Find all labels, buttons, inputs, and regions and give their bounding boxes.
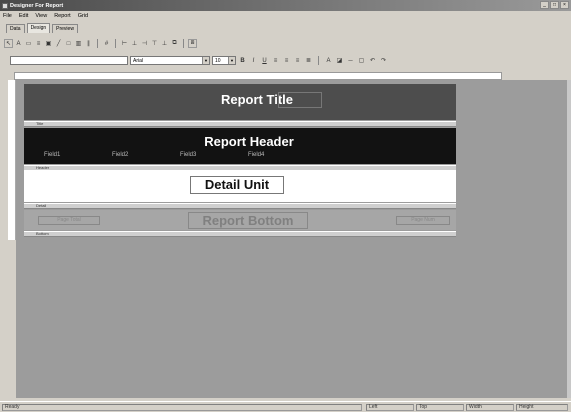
menu-view[interactable]: View bbox=[35, 13, 47, 19]
header-field-2[interactable]: Field2 bbox=[112, 152, 128, 158]
title-bar: Designer For Report _ □ × bbox=[0, 0, 571, 11]
same-size-tool-icon[interactable]: ⧉ bbox=[170, 39, 179, 48]
title-band-divider[interactable]: Title bbox=[24, 121, 456, 127]
align-top-tool-icon[interactable]: ⊤ bbox=[150, 39, 159, 48]
status-width: Width bbox=[466, 404, 514, 411]
toolbar-separator bbox=[318, 56, 319, 65]
font-color-icon[interactable]: A bbox=[324, 56, 333, 65]
menu-grid[interactable]: Grid bbox=[78, 13, 88, 19]
components-toolbar: ↖ A ▭ ≡ ▣ ╱ □ ▥ ∥ # ⊢ ⊥ ⊣ ⊤ ⊥ ⧉ ⧈ bbox=[4, 38, 197, 49]
horizontal-ruler bbox=[14, 72, 502, 80]
shape-tool-icon[interactable]: □ bbox=[64, 39, 73, 48]
pointer-tool-icon[interactable]: ↖ bbox=[4, 39, 13, 48]
header-field-4[interactable]: Field4 bbox=[248, 152, 264, 158]
vertical-ruler bbox=[8, 80, 16, 240]
detail-unit-label[interactable]: Detail Unit bbox=[190, 176, 284, 194]
format-toolbar: Arial ▼ 10 ▼ B I U ≡ ≡ ≡ ≣ A ◪ ─ ▢ ↶ ↷ bbox=[10, 55, 388, 66]
menu-bar: File Edit View Report Grid bbox=[0, 11, 571, 20]
status-top: Top bbox=[416, 404, 464, 411]
maximize-button[interactable]: □ bbox=[550, 1, 559, 9]
report-title-band[interactable]: Report Title bbox=[24, 84, 456, 120]
vertical-scrollbar[interactable] bbox=[567, 80, 571, 398]
status-left: Left bbox=[366, 404, 414, 411]
align-center-icon[interactable]: ≡ bbox=[282, 56, 291, 65]
line-tool-icon[interactable]: ╱ bbox=[54, 39, 63, 48]
toolbar-separator bbox=[97, 39, 98, 48]
align-bottom-tool-icon[interactable]: ⊥ bbox=[160, 39, 169, 48]
window-title: Designer For Report bbox=[10, 2, 64, 9]
bring-front-tool-icon[interactable]: ⧈ bbox=[188, 39, 197, 48]
tab-preview[interactable]: Preview bbox=[52, 24, 78, 33]
window-buttons: _ □ × bbox=[540, 1, 569, 9]
field-tool-icon[interactable]: ▭ bbox=[24, 39, 33, 48]
label-tool-icon[interactable]: A bbox=[14, 39, 23, 48]
report-title-frame[interactable] bbox=[278, 92, 322, 108]
align-right-icon[interactable]: ≡ bbox=[293, 56, 302, 65]
font-size-select[interactable]: 10 ▼ bbox=[212, 56, 236, 65]
chevron-down-icon: ▼ bbox=[228, 57, 235, 64]
status-height: Height bbox=[516, 404, 568, 411]
detail-band-divider[interactable]: Detail bbox=[24, 203, 456, 209]
align-left-icon[interactable]: ≡ bbox=[271, 56, 280, 65]
app-icon bbox=[2, 2, 8, 9]
toolbar-separator bbox=[115, 39, 116, 48]
menu-report[interactable]: Report bbox=[54, 13, 71, 19]
align-center-tool-icon[interactable]: ⊥ bbox=[130, 39, 139, 48]
grid-tool-icon[interactable]: # bbox=[102, 39, 111, 48]
underline-icon[interactable]: U bbox=[260, 56, 269, 65]
redo-icon[interactable]: ↷ bbox=[379, 56, 388, 65]
bottom-left-box[interactable]: Page Total bbox=[38, 216, 100, 225]
chart-tool-icon[interactable]: ▥ bbox=[74, 39, 83, 48]
fill-color-icon[interactable]: ◪ bbox=[335, 56, 344, 65]
bottom-band-divider[interactable]: Bottom bbox=[24, 231, 456, 237]
header-field-3[interactable]: Field3 bbox=[180, 152, 196, 158]
object-selector[interactable] bbox=[10, 56, 128, 65]
tab-design[interactable]: Design bbox=[26, 23, 51, 33]
report-bottom-band[interactable]: Page Total Report Bottom Page Num bbox=[24, 210, 456, 230]
report-header-band[interactable]: Report Header Field1 Field2 Field3 Field… bbox=[24, 128, 456, 164]
menu-file[interactable]: File bbox=[3, 13, 12, 19]
detail-band[interactable]: Detail Unit bbox=[24, 170, 456, 202]
view-tabs: Data Design Preview bbox=[0, 22, 78, 33]
chevron-down-icon: ▼ bbox=[202, 57, 209, 64]
memo-tool-icon[interactable]: ≡ bbox=[34, 39, 43, 48]
frame-icon[interactable]: ▢ bbox=[357, 56, 366, 65]
font-name-value: Arial bbox=[133, 57, 144, 64]
bold-icon[interactable]: B bbox=[238, 56, 247, 65]
close-button[interactable]: × bbox=[560, 1, 569, 9]
font-size-value: 10 bbox=[215, 57, 221, 64]
report-header-label[interactable]: Report Header bbox=[174, 134, 324, 149]
header-field-1[interactable]: Field1 bbox=[44, 152, 60, 158]
report-bottom-label[interactable]: Report Bottom bbox=[188, 212, 308, 229]
status-message: Ready bbox=[2, 404, 362, 411]
align-right-tool-icon[interactable]: ⊣ bbox=[140, 39, 149, 48]
menu-edit[interactable]: Edit bbox=[19, 13, 28, 19]
justify-icon[interactable]: ≣ bbox=[304, 56, 313, 65]
status-bar: Ready Left Top Width Height bbox=[0, 401, 571, 412]
image-tool-icon[interactable]: ▣ bbox=[44, 39, 53, 48]
barcode-tool-icon[interactable]: ∥ bbox=[84, 39, 93, 48]
bottom-right-box[interactable]: Page Num bbox=[396, 216, 450, 225]
italic-icon[interactable]: I bbox=[249, 56, 258, 65]
toolbar-separator bbox=[183, 39, 184, 48]
minimize-button[interactable]: _ bbox=[540, 1, 549, 9]
tab-data[interactable]: Data bbox=[6, 24, 25, 33]
align-left-tool-icon[interactable]: ⊢ bbox=[120, 39, 129, 48]
undo-icon[interactable]: ↶ bbox=[368, 56, 377, 65]
font-name-select[interactable]: Arial ▼ bbox=[130, 56, 210, 65]
line-style-icon[interactable]: ─ bbox=[346, 56, 355, 65]
